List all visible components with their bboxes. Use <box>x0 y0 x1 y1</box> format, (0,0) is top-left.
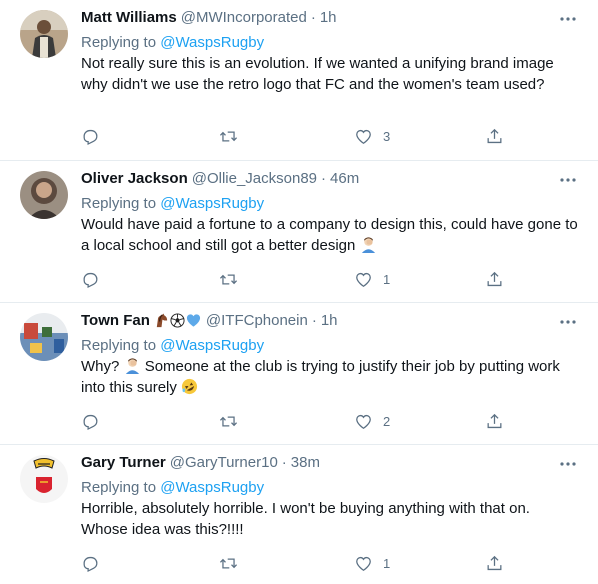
user-handle[interactable]: @GaryTurner10 <box>170 454 278 471</box>
mention-link[interactable]: @WaspsRugby <box>160 479 264 496</box>
reply-icon <box>83 414 98 431</box>
share-button[interactable] <box>485 127 504 146</box>
retweet-icon <box>219 416 238 427</box>
timestamp[interactable]: 46m <box>330 170 359 187</box>
tweet-text: Would have paid a fortune to a company t… <box>81 214 578 256</box>
man-facepalming-emoji <box>125 358 139 374</box>
like-button[interactable]: 1 <box>354 554 390 573</box>
separator-dot: · <box>311 312 317 329</box>
tweet-text-part-a: Why? <box>81 358 120 375</box>
name-emojis <box>154 313 202 329</box>
tweet-actions: 1 <box>81 270 521 290</box>
reply-button[interactable] <box>81 270 100 289</box>
display-name[interactable]: Oliver Jackson <box>81 170 188 187</box>
separator-dot: · <box>321 170 327 187</box>
like-count: 3 <box>383 129 391 144</box>
separator-dot: · <box>310 9 316 26</box>
share-button[interactable] <box>485 270 504 289</box>
reply-icon <box>83 556 98 573</box>
avatar[interactable] <box>20 171 68 219</box>
replying-to: Replying to @WaspsRugby <box>81 32 578 53</box>
tweet-text-content: Would have paid a fortune to a company t… <box>81 216 578 254</box>
more-horizontal-icon[interactable] <box>556 170 580 190</box>
heart-icon <box>356 414 371 429</box>
reply-tweet[interactable]: Gary Turner @GaryTurner10 · 38m Replying… <box>0 445 598 584</box>
avatar[interactable] <box>20 313 68 361</box>
retweet-icon <box>219 274 238 285</box>
retweet-icon <box>219 131 238 142</box>
more-horizontal-icon[interactable] <box>556 454 580 474</box>
blue-heart-emoji <box>186 314 200 327</box>
replying-to: Replying to @WaspsRugby <box>81 335 578 356</box>
share-icon <box>487 413 502 429</box>
reply-icon <box>83 272 98 289</box>
soccer-ball-emoji <box>170 313 185 328</box>
replying-label: Replying to <box>81 34 157 51</box>
user-handle[interactable]: @ITFCphonein <box>206 312 308 329</box>
share-icon <box>487 128 502 144</box>
share-icon <box>487 271 502 287</box>
mention-link[interactable]: @WaspsRugby <box>160 337 264 354</box>
reply-button[interactable] <box>81 127 100 146</box>
like-count: 1 <box>383 556 391 571</box>
tweet-actions: 1 <box>81 554 521 574</box>
timestamp[interactable]: 1h <box>320 9 337 26</box>
reply-feed: Matt Williams @MWIncorporated · 1h Reply… <box>0 0 598 584</box>
heart-icon <box>356 129 371 144</box>
rolling-laughing-emoji <box>181 378 198 395</box>
mention-link[interactable]: @WaspsRugby <box>160 195 264 212</box>
user-handle[interactable]: @Ollie_Jackson89 <box>192 170 317 187</box>
like-button[interactable]: 2 <box>354 412 390 431</box>
horse-emoji <box>156 313 168 328</box>
reply-tweet[interactable]: Town Fan @ITFCphonein · 1h Replying to @… <box>0 303 598 445</box>
avatar[interactable] <box>20 10 68 58</box>
retweet-icon <box>219 558 238 569</box>
tweet-text: Horrible, absolutely horrible. I won't b… <box>81 500 530 538</box>
replying-label: Replying to <box>81 337 157 354</box>
like-count: 1 <box>383 272 391 287</box>
display-name[interactable]: Matt Williams <box>81 9 177 26</box>
tweet-text: Why? Someone at the club is trying to ju… <box>81 356 578 398</box>
reply-tweet[interactable]: Oliver Jackson @Ollie_Jackson89 · 46m Re… <box>0 161 598 303</box>
share-button[interactable] <box>485 554 504 573</box>
share-button[interactable] <box>485 412 504 431</box>
like-count: 2 <box>383 414 391 429</box>
mention-link[interactable]: @WaspsRugby <box>160 34 264 51</box>
more-horizontal-icon[interactable] <box>556 312 580 332</box>
like-button[interactable]: 1 <box>354 270 390 289</box>
tweet-actions: 2 <box>81 412 521 432</box>
reply-icon <box>83 129 98 146</box>
timestamp[interactable]: 1h <box>321 312 338 329</box>
heart-icon <box>356 272 371 287</box>
replying-label: Replying to <box>81 195 157 212</box>
separator-dot: · <box>281 454 287 471</box>
retweet-button[interactable] <box>219 554 238 573</box>
tweet-text-part-b: Someone at the club is trying to justify… <box>81 358 560 396</box>
display-name[interactable]: Gary Turner <box>81 454 166 471</box>
replying-to: Replying to @WaspsRugby <box>81 193 578 214</box>
like-button[interactable]: 3 <box>354 127 390 146</box>
replying-to: Replying to @WaspsRugby <box>81 477 578 498</box>
retweet-button[interactable] <box>219 270 238 289</box>
tweet-text: Not really sure this is an evolution. If… <box>81 55 554 93</box>
retweet-button[interactable] <box>219 127 238 146</box>
retweet-button[interactable] <box>219 412 238 431</box>
replying-label: Replying to <box>81 479 157 496</box>
reply-tweet[interactable]: Matt Williams @MWIncorporated · 1h Reply… <box>0 0 598 161</box>
reply-button[interactable] <box>81 554 100 573</box>
user-handle[interactable]: @MWIncorporated <box>181 9 307 26</box>
heart-icon <box>356 556 371 571</box>
reply-button[interactable] <box>81 412 100 431</box>
avatar[interactable] <box>20 455 68 503</box>
tweet-actions: 3 <box>81 127 521 147</box>
more-horizontal-icon[interactable] <box>556 9 580 29</box>
share-icon <box>487 555 502 571</box>
timestamp[interactable]: 38m <box>291 454 320 471</box>
display-name[interactable]: Town Fan <box>81 312 150 329</box>
man-facepalming-emoji <box>361 237 375 253</box>
